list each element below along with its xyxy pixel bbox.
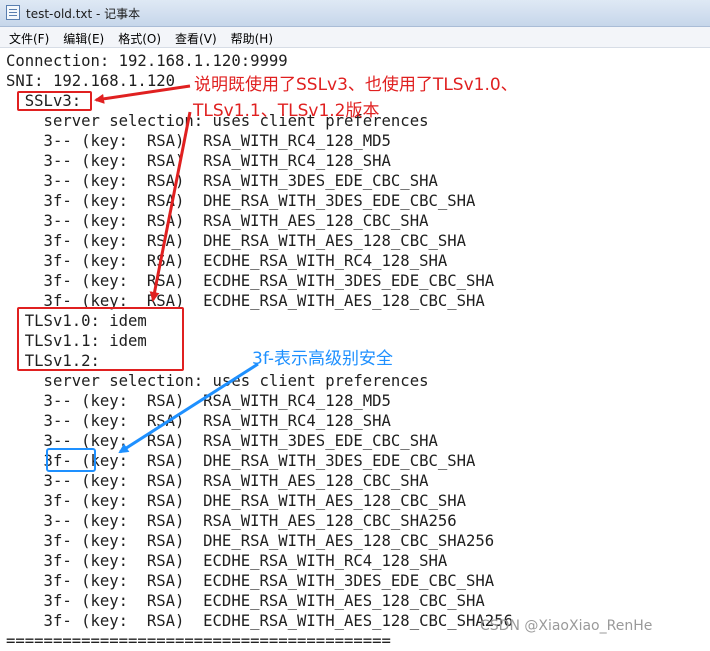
- watermark-text: CSDN @XiaoXiao_RenHe: [480, 618, 653, 634]
- annotation-arrows: [94, 84, 259, 454]
- arrow-to-3f: [118, 362, 259, 454]
- arrow-to-sslv3: [94, 84, 191, 104]
- arrow-to-tls-versions: [149, 111, 192, 302]
